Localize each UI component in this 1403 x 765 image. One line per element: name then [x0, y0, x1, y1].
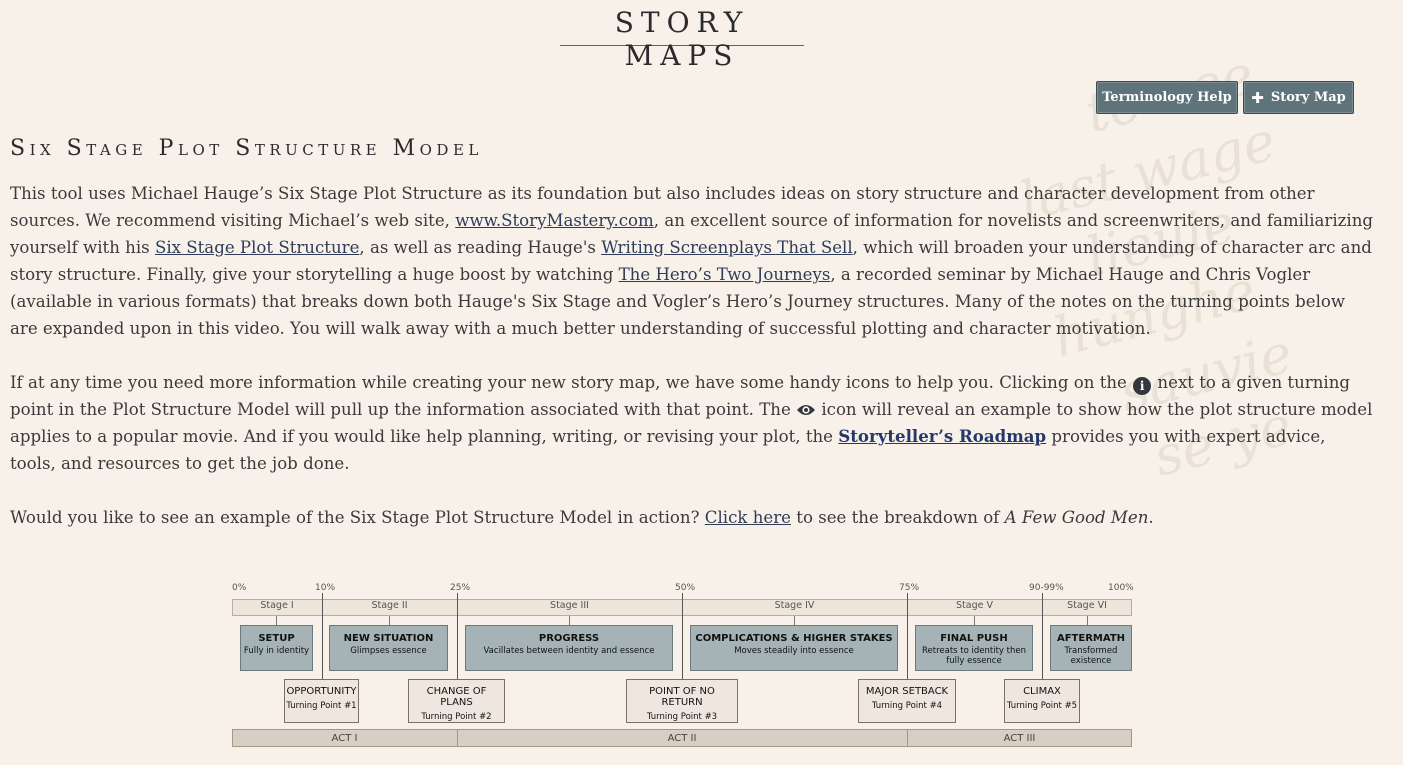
- storymastery-link[interactable]: www.StoryMastery.com: [455, 211, 654, 230]
- stage-label: Stage V: [956, 600, 993, 611]
- percent-label: 100%: [1108, 583, 1134, 593]
- percent-label: 90-99%: [1029, 583, 1064, 593]
- stage-label: Stage II: [371, 600, 408, 611]
- stage-label: Stage III: [550, 600, 589, 611]
- stage-label: Stage VI: [1067, 600, 1107, 611]
- stage-box-setup[interactable]: SETUP Fully in identity: [240, 625, 313, 671]
- eye-icon: [797, 405, 816, 415]
- intro-paragraph-1: This tool uses Michael Hauge’s Six Stage…: [10, 184, 1374, 338]
- terminology-help-label: Terminology Help: [1102, 90, 1232, 105]
- stage-box-final-push[interactable]: FINAL PUSH Retreats to identity then full…: [915, 625, 1033, 671]
- intro-paragraph-3: Would you like to see an example of the …: [10, 508, 1154, 527]
- movie-title: A Few Good Men: [1004, 508, 1149, 527]
- page-title: Six Stage Plot Structure Model: [10, 136, 483, 161]
- heros-two-journeys-link[interactable]: The Hero’s Two Journeys: [619, 265, 831, 284]
- turning-point-line: [1042, 593, 1043, 679]
- connector-tick: [569, 616, 570, 625]
- stage-label: Stage I: [260, 600, 294, 611]
- storytellers-roadmap-link[interactable]: Storyteller’s Roadmap: [838, 426, 1046, 446]
- stage-label: Stage IV: [774, 600, 815, 611]
- act-label: ACT III: [1003, 733, 1036, 744]
- turning-point-major-setback[interactable]: MAJOR SETBACK Turning Point #4: [858, 679, 956, 723]
- plot-structure-diagram: 0% 10% 25% 50% 75% 90-99% 100% Stage I S…: [232, 583, 1134, 753]
- writing-screenplays-link[interactable]: Writing Screenplays That Sell: [601, 238, 852, 257]
- stage-box-complications[interactable]: COMPLICATIONS & HIGHER STAKES Moves stead…: [690, 625, 898, 671]
- turning-point-no-return[interactable]: POINT OF NO RETURN Turning Point #3: [626, 679, 738, 723]
- add-story-map-button[interactable]: ✚ Story Map: [1243, 81, 1354, 114]
- connector-tick: [794, 616, 795, 625]
- percent-label: 10%: [315, 583, 336, 593]
- act-label: ACT I: [331, 733, 358, 744]
- story-map-label: Story Map: [1270, 90, 1346, 105]
- percent-label: 50%: [675, 583, 696, 593]
- turning-point-climax[interactable]: CLIMAX Turning Point #5: [1004, 679, 1080, 723]
- turning-point-line: [682, 593, 683, 679]
- connector-tick: [1087, 616, 1088, 625]
- site-title: STORY MAPS: [560, 6, 804, 72]
- turning-point-line: [322, 593, 323, 679]
- act-label: ACT II: [667, 733, 697, 744]
- turning-point-opportunity[interactable]: OPPORTUNITY Turning Point #1: [284, 679, 359, 723]
- percent-label: 25%: [450, 583, 471, 593]
- terminology-help-button[interactable]: Terminology Help: [1096, 81, 1238, 114]
- connector-tick: [974, 616, 975, 625]
- info-icon: i: [1133, 377, 1152, 395]
- stage-box-new-situation[interactable]: NEW SITUATION Glimpses essence: [329, 625, 448, 671]
- click-here-link[interactable]: Click here: [705, 508, 791, 527]
- six-stage-link[interactable]: Six Stage Plot Structure: [155, 238, 359, 257]
- stage-box-progress[interactable]: PROGRESS Vacillates between identity and …: [465, 625, 673, 671]
- intro-paragraph-2: If at any time you need more information…: [10, 373, 1373, 473]
- turning-point-line: [457, 593, 458, 689]
- turning-point-line: [907, 593, 908, 679]
- connector-tick: [389, 616, 390, 625]
- turning-point-change-of-plans[interactable]: CHANGE OF PLANS Turning Point #2: [408, 679, 505, 723]
- percent-label: 75%: [899, 583, 920, 593]
- stage-box-aftermath[interactable]: AFTERMATH Transformed existence: [1050, 625, 1132, 671]
- percent-label: 0%: [232, 583, 247, 593]
- connector-tick: [276, 616, 277, 625]
- plus-icon: ✚: [1251, 88, 1264, 107]
